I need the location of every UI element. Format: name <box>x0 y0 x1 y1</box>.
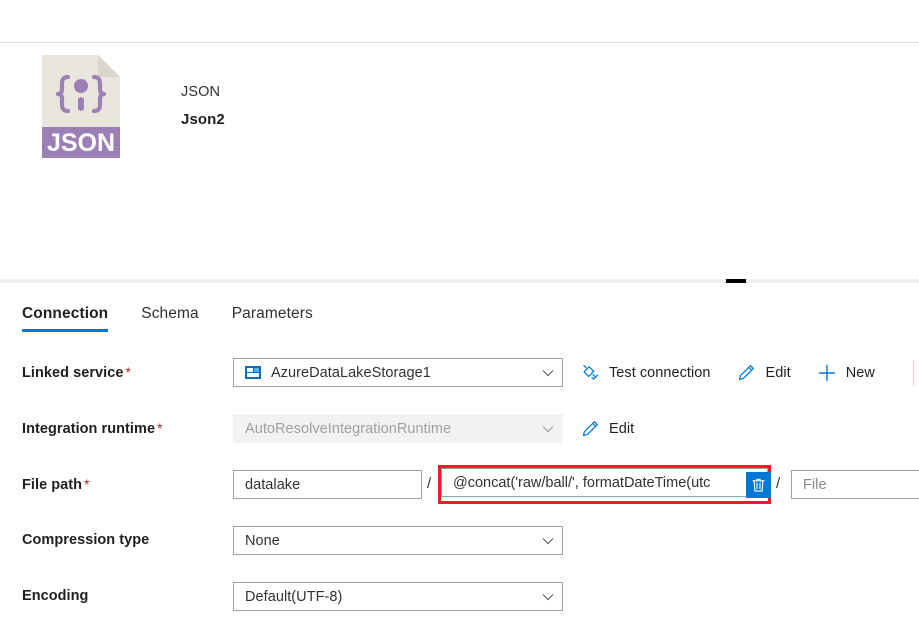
pencil-icon <box>737 363 757 383</box>
chevron-down-icon <box>542 369 554 377</box>
edit-integration-runtime-button[interactable]: Edit <box>580 419 634 439</box>
edit-linked-service-button[interactable]: Edit <box>737 363 791 383</box>
file-path-directory-input[interactable]: @concat('raw/ball/', formatDateTime(utc <box>441 468 768 497</box>
azure-storage-icon <box>245 366 261 379</box>
compression-type-controls: None <box>233 524 919 580</box>
file-path-file-placeholder: File <box>803 476 827 493</box>
encoding-controls: Default(UTF-8) <box>233 580 919 636</box>
test-connection-label: Test connection <box>609 364 711 381</box>
encoding-label: Encoding <box>22 588 89 604</box>
file-path-file-input[interactable]: File <box>791 470 919 499</box>
file-path-container-value: datalake <box>245 476 301 493</box>
integration-runtime-controls: AutoResolveIntegrationRuntime Edit <box>233 412 919 468</box>
required-asterisk: * <box>157 420 163 436</box>
plus-icon <box>817 363 837 383</box>
dataset-name-label: Json2 <box>181 111 225 128</box>
file-path-container-input[interactable]: datalake <box>233 470 422 499</box>
linked-service-label: Linked service * <box>22 364 131 381</box>
linked-service-label-text: Linked service <box>22 365 124 381</box>
header-divider <box>0 42 919 43</box>
linked-service-value: AzureDataLakeStorage1 <box>271 364 431 381</box>
tab-bar: Connection Schema Parameters <box>22 296 346 332</box>
tab-parameters[interactable]: Parameters <box>232 305 313 332</box>
file-path-directory-highlight: @concat('raw/ball/', formatDateTime(utc <box>438 465 771 504</box>
integration-runtime-dropdown[interactable]: AutoResolveIntegrationRuntime <box>233 414 563 443</box>
integration-runtime-label: Integration runtime * <box>22 420 163 437</box>
linked-service-controls: AzureDataLakeStorage1 Test connection Ed… <box>233 356 919 412</box>
file-path-label-text: File path <box>22 477 83 493</box>
integration-runtime-label-text: Integration runtime <box>22 421 156 437</box>
pencil-icon <box>580 419 600 439</box>
chevron-down-icon <box>542 593 554 601</box>
row-file-path: File path * datalake / @concat('raw/ball/… <box>0 465 919 524</box>
file-path-separator-1: / <box>427 475 432 492</box>
dataset-header: JSON JSON Json2 <box>42 55 225 158</box>
test-connection-button[interactable]: Test connection <box>580 363 711 383</box>
delete-directory-button[interactable] <box>746 472 771 498</box>
panel-splitter[interactable] <box>0 279 919 283</box>
row-linked-service: Linked service * AzureDataLakeStorage1 T… <box>0 356 919 412</box>
integration-runtime-commands: Edit <box>580 412 660 445</box>
file-path-directory-value: @concat('raw/ball/', formatDateTime(utc <box>453 474 711 491</box>
required-asterisk: * <box>125 364 131 380</box>
connection-form: Linked service * AzureDataLakeStorage1 T… <box>0 356 919 636</box>
encoding-value: Default(UTF-8) <box>245 588 343 605</box>
encoding-dropdown[interactable]: Default(UTF-8) <box>233 582 563 611</box>
required-asterisk: * <box>84 476 90 492</box>
linked-service-dropdown[interactable]: AzureDataLakeStorage1 <box>233 358 563 387</box>
compression-type-dropdown[interactable]: None <box>233 526 563 555</box>
dataset-titles: JSON Json2 <box>181 55 225 131</box>
right-edge-divider <box>913 360 914 386</box>
compression-type-value: None <box>245 532 280 549</box>
plug-check-icon <box>580 363 600 383</box>
file-path-label: File path * <box>22 476 90 493</box>
dataset-type-label: JSON <box>181 84 221 100</box>
row-compression-type: Compression type None <box>0 524 919 580</box>
row-encoding: Encoding Default(UTF-8) <box>0 580 919 636</box>
chevron-down-icon <box>542 425 554 433</box>
edit-integration-runtime-label: Edit <box>609 420 635 437</box>
svg-text:JSON: JSON <box>47 129 115 157</box>
row-integration-runtime: Integration runtime * AutoResolveIntegrat… <box>0 412 919 468</box>
tab-schema[interactable]: Schema <box>141 305 198 332</box>
new-linked-service-button[interactable]: New <box>817 363 875 383</box>
tab-connection[interactable]: Connection <box>22 305 109 332</box>
integration-runtime-value: AutoResolveIntegrationRuntime <box>245 420 452 437</box>
json-file-icon: JSON <box>42 55 120 158</box>
edit-linked-service-label: Edit <box>765 364 791 381</box>
linked-service-commands: Test connection Edit New <box>580 356 901 389</box>
file-path-separator-2: / <box>776 475 781 492</box>
compression-type-label: Compression type <box>22 532 150 548</box>
file-path-controls: datalake / @concat('raw/ball/', formatDa… <box>233 465 919 524</box>
panel-splitter-grabber[interactable] <box>726 279 746 283</box>
new-linked-service-label: New <box>845 364 875 381</box>
chevron-down-icon <box>542 537 554 545</box>
